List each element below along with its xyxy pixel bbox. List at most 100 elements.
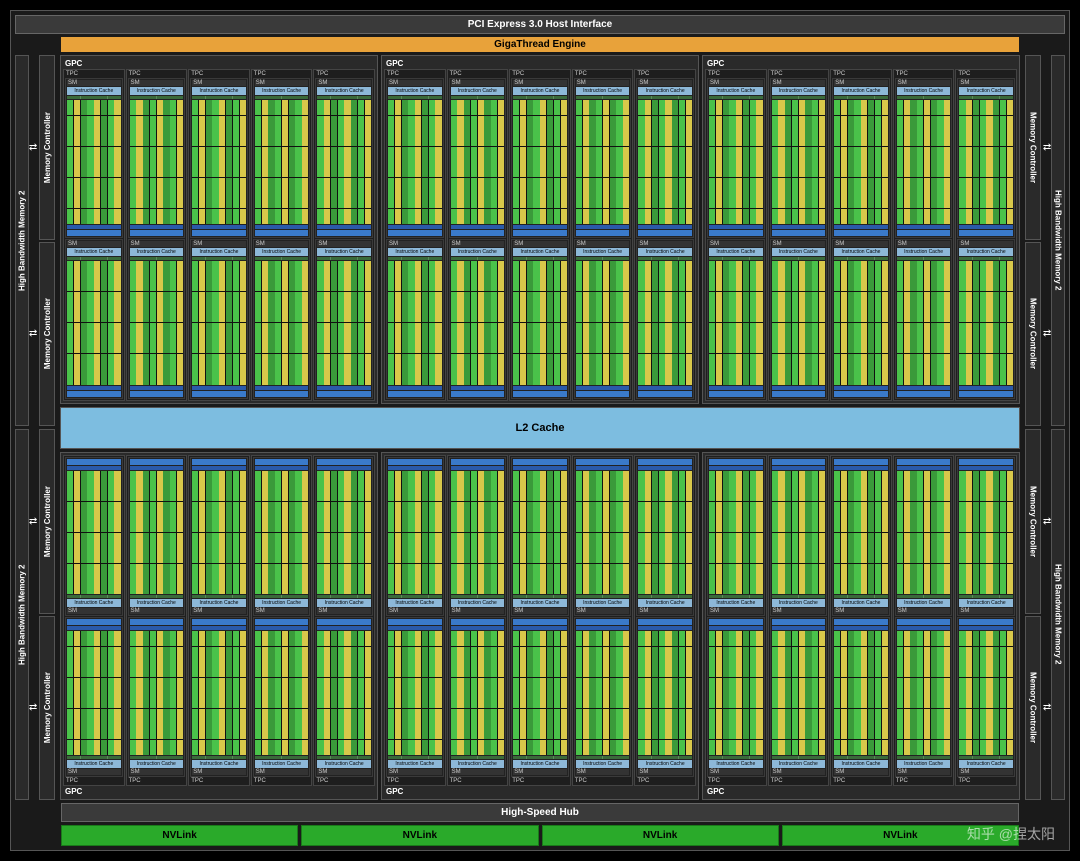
sm-block: SMInstruction Cache	[65, 239, 123, 399]
sm-block: SMInstruction Cache	[386, 78, 444, 238]
sm-label: SM	[513, 241, 567, 247]
tpc-block: TPCSMInstruction CacheSMInstruction Cach…	[384, 455, 446, 787]
dispatch-row	[130, 257, 184, 260]
tpc-block: TPCSMInstruction CacheSMInstruction Cach…	[893, 69, 955, 401]
sm-label: SM	[772, 241, 826, 247]
register-file	[834, 626, 888, 630]
register-file	[709, 466, 763, 470]
sm-block: SMInstruction Cache	[190, 239, 248, 399]
core-grid	[576, 261, 630, 385]
bottom-interconnect: High-Speed Hub NVLinkNVLinkNVLinkNVLink	[15, 803, 1065, 846]
tpc-block: TPCSMInstruction CacheSMInstruction Cach…	[313, 69, 375, 401]
instruction-cache: Instruction Cache	[772, 599, 826, 607]
tpc-block: TPCSMInstruction CacheSMInstruction Cach…	[384, 69, 446, 401]
tpc-row: TPCSMInstruction CacheSMInstruction Cach…	[705, 69, 1017, 401]
register-file	[451, 225, 505, 229]
sm-block: SMInstruction Cache	[511, 457, 569, 617]
sm-block: SMInstruction Cache	[832, 239, 890, 399]
tpc-label: TPC	[511, 71, 569, 77]
tpc-block: TPCSMInstruction CacheSMInstruction Cach…	[251, 69, 313, 401]
register-file	[451, 386, 505, 390]
tpc-label: TPC	[386, 71, 444, 77]
tpc-block: TPCSMInstruction CacheSMInstruction Cach…	[313, 455, 375, 787]
sm-block: SMInstruction Cache	[386, 617, 444, 777]
dispatch-row	[638, 595, 692, 598]
tpc-label: TPC	[128, 778, 186, 784]
tpc-block: TPCSMInstruction CacheSMInstruction Cach…	[188, 69, 250, 401]
core-grid	[67, 631, 121, 755]
register-file	[576, 466, 630, 470]
dispatch-row	[959, 96, 1013, 99]
register-file	[576, 626, 630, 630]
dispatch-row	[317, 595, 371, 598]
dispatch-row	[834, 595, 888, 598]
shared-memory	[255, 391, 309, 397]
dispatch-row	[772, 96, 826, 99]
sm-block: SMInstruction Cache	[128, 239, 186, 399]
instruction-cache: Instruction Cache	[709, 599, 763, 607]
dispatch-row	[388, 96, 442, 99]
dispatch-row	[709, 756, 763, 759]
sm-label: SM	[192, 80, 246, 86]
core-grid	[451, 100, 505, 224]
instruction-cache: Instruction Cache	[834, 760, 888, 768]
sm-label: SM	[317, 769, 371, 775]
shared-memory	[638, 459, 692, 465]
sm-block: SMInstruction Cache	[253, 78, 311, 238]
sm-block: SMInstruction Cache	[128, 617, 186, 777]
dispatch-row	[451, 595, 505, 598]
tpc-label: TPC	[707, 778, 765, 784]
dispatch-row	[897, 595, 951, 598]
register-file	[709, 386, 763, 390]
register-file	[959, 225, 1013, 229]
gpc-block: GPCTPCSMInstruction CacheSMInstruction C…	[702, 55, 1020, 404]
sm-label: SM	[576, 241, 630, 247]
sm-label: SM	[130, 608, 184, 614]
memory-controller: Memory Controller	[1025, 616, 1041, 801]
dispatch-row	[192, 595, 246, 598]
register-file	[772, 626, 826, 630]
tpc-label: TPC	[449, 71, 507, 77]
core-grid	[513, 631, 567, 755]
dispatch-row	[388, 257, 442, 260]
instruction-cache: Instruction Cache	[130, 760, 184, 768]
sm-block: SMInstruction Cache	[832, 78, 890, 238]
instruction-cache: Instruction Cache	[388, 248, 442, 256]
nvlink-row: NVLinkNVLinkNVLinkNVLink	[61, 825, 1019, 846]
dispatch-row	[192, 96, 246, 99]
gpc-block: GPCTPCSMInstruction CacheSMInstruction C…	[381, 452, 699, 801]
instruction-cache: Instruction Cache	[317, 87, 371, 95]
register-file	[67, 626, 121, 630]
shared-memory	[192, 459, 246, 465]
core-grid	[317, 261, 371, 385]
shared-memory	[834, 230, 888, 236]
tpc-label: TPC	[511, 778, 569, 784]
shared-memory	[317, 230, 371, 236]
sm-label: SM	[834, 241, 888, 247]
tpc-label: TPC	[770, 71, 828, 77]
tpc-label: TPC	[315, 778, 373, 784]
watermark-text: 知乎 @捏太阳	[967, 824, 1055, 844]
instruction-cache: Instruction Cache	[192, 87, 246, 95]
shared-memory	[897, 391, 951, 397]
sm-block: SMInstruction Cache	[65, 78, 123, 238]
main-area: High Bandwidth Memory 2⇄⇄Memory Controll…	[15, 55, 1065, 800]
sm-label: SM	[130, 241, 184, 247]
shared-memory	[67, 459, 121, 465]
register-file	[772, 386, 826, 390]
dispatch-row	[709, 257, 763, 260]
core-grid	[317, 631, 371, 755]
sm-block: SMInstruction Cache	[770, 617, 828, 777]
hbm-memctrl-group: High Bandwidth Memory 2⇄⇄Memory Controll…	[1023, 55, 1065, 426]
core-grid	[451, 261, 505, 385]
sm-block: SMInstruction Cache	[707, 239, 765, 399]
nvlink-block: NVLink	[542, 825, 779, 846]
sm-block: SMInstruction Cache	[895, 239, 953, 399]
gpc-label: GPC	[63, 58, 375, 69]
core-grid	[772, 631, 826, 755]
instruction-cache: Instruction Cache	[513, 87, 567, 95]
shared-memory	[513, 230, 567, 236]
memory-controller: Memory Controller	[1025, 242, 1041, 427]
core-grid	[192, 100, 246, 224]
nvlink-block: NVLink	[301, 825, 538, 846]
